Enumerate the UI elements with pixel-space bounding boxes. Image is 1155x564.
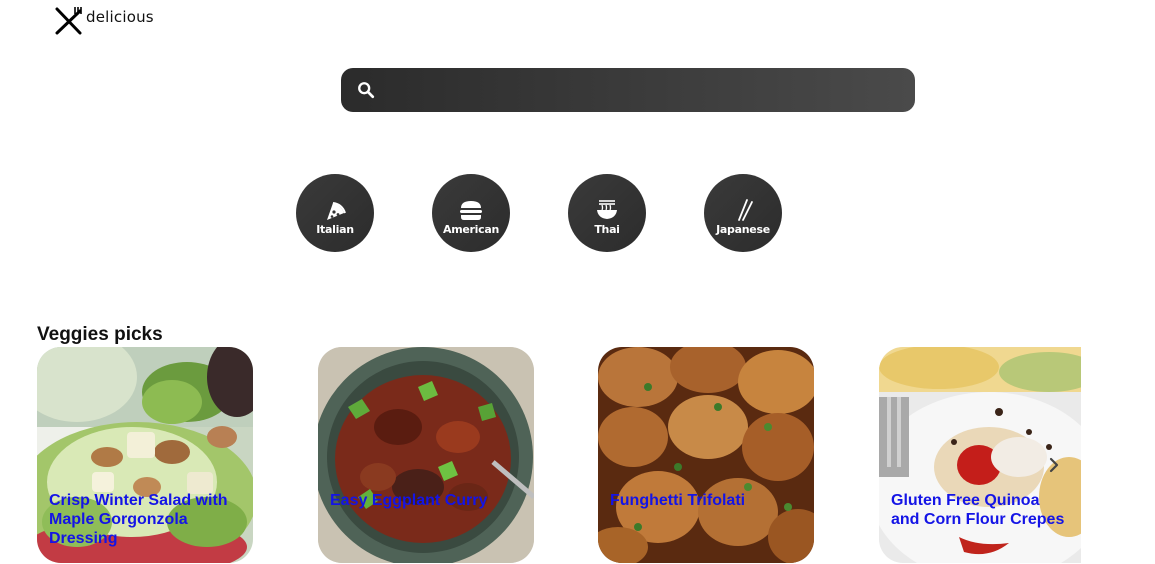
section-title: Veggies picks <box>37 324 163 345</box>
cuisine-thai[interactable]: Thai <box>568 174 646 252</box>
recipe-title: Crisp Winter Salad with Maple Gorgonzola… <box>49 492 228 547</box>
recipe-card[interactable]: Crisp Winter Salad with Maple Gorgonzola… <box>37 347 253 563</box>
cuisine-label: Thai <box>594 222 620 236</box>
mushrooms-photo <box>598 347 814 563</box>
recipe-title: Easy Eggplant Curry <box>330 492 488 509</box>
chevron-right-icon[interactable] <box>1044 455 1064 475</box>
search-input[interactable] <box>375 68 915 112</box>
search-bar[interactable] <box>341 68 915 112</box>
chopsticks-icon <box>738 198 753 221</box>
noodle-bowl-icon <box>597 199 617 219</box>
cuisine-label: Japanese <box>716 222 770 236</box>
cuisine-list: Italian American Thai Japanese <box>296 174 782 252</box>
eggplant-curry-photo <box>318 347 534 563</box>
burger-icon <box>460 200 482 220</box>
logo-text: delicious <box>86 8 154 26</box>
search-icon <box>358 82 375 99</box>
pizza-icon <box>327 201 346 220</box>
recipe-title: Funghetti Trifolati <box>610 492 746 509</box>
cuisine-american[interactable]: American <box>432 174 510 252</box>
cuisine-italian[interactable]: Italian <box>296 174 374 252</box>
recipe-card[interactable]: Funghetti Trifolati <box>598 347 814 563</box>
fork-knife-icon <box>55 7 82 35</box>
recipe-card[interactable]: Easy Eggplant Curry <box>318 347 534 563</box>
recipe-title: Gluten Free Quinoa and Corn Flour Crepes <box>891 492 1065 528</box>
cuisine-label: American <box>442 222 499 236</box>
cuisine-label: Italian <box>316 222 354 236</box>
cuisine-japanese[interactable]: Japanese <box>704 174 782 252</box>
logo[interactable]: delicious <box>53 5 154 37</box>
